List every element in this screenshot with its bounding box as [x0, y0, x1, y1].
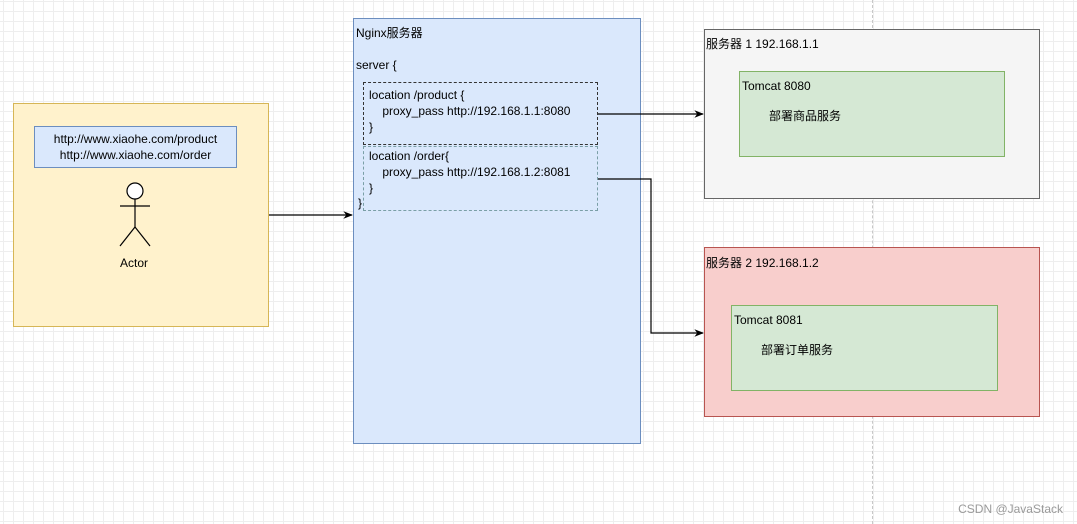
watermark: CSDN @JavaStack: [958, 502, 1063, 516]
connectors: [269, 110, 704, 337]
arrow-nginx-to-server-2[interactable]: [598, 178, 704, 337]
